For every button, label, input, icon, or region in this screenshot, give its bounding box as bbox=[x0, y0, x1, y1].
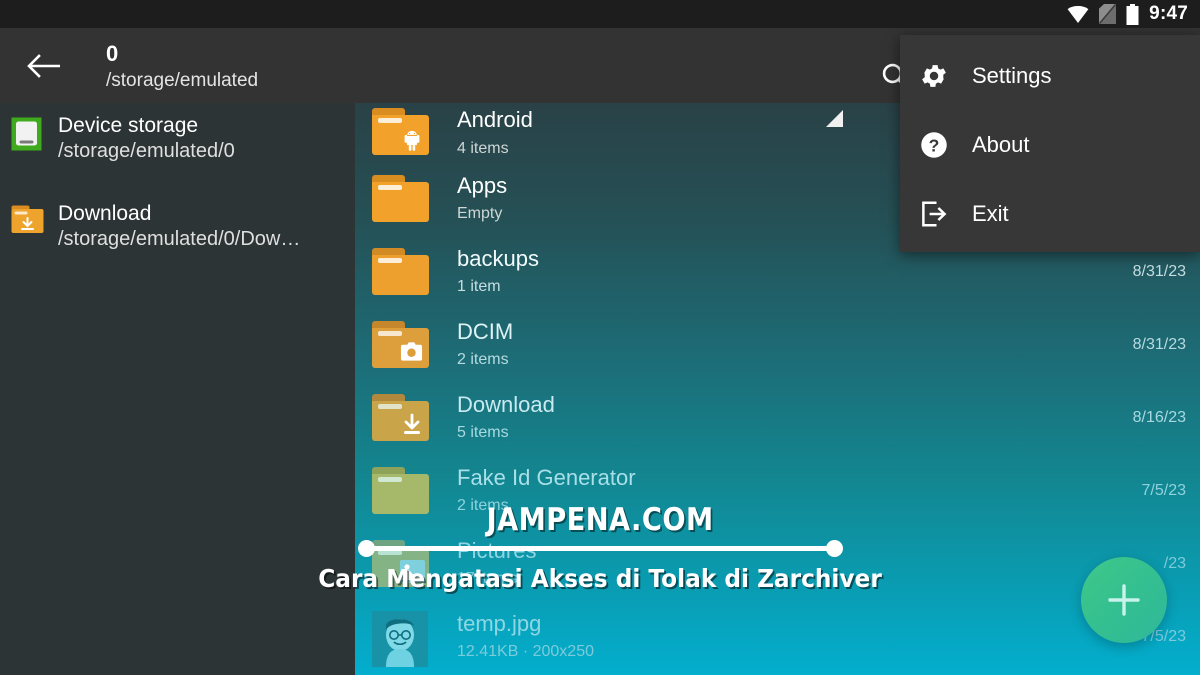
overflow-menu: Settings ? About Exit bbox=[900, 35, 1200, 252]
table-row[interactable]: Download 5 items 8/16/23 bbox=[355, 381, 1200, 454]
file-meta: 2 items bbox=[457, 351, 509, 369]
row-texts: Pictures 17 items bbox=[430, 539, 1154, 589]
file-meta: 12.41KB · 200x250 bbox=[457, 643, 594, 661]
row-texts: Download 5 items bbox=[430, 393, 1123, 443]
sidebar-item-title: Download bbox=[58, 202, 152, 225]
file-meta: 2 items bbox=[457, 497, 509, 515]
image-thumbnail bbox=[372, 610, 430, 667]
battery-icon bbox=[1126, 3, 1139, 25]
exit-icon bbox=[918, 199, 950, 229]
page-title: 0 bbox=[106, 41, 119, 66]
back-button[interactable] bbox=[22, 48, 64, 84]
table-row[interactable]: Fake Id Generator 2 items 7/5/23 bbox=[355, 454, 1200, 527]
device-storage-icon bbox=[11, 117, 45, 156]
row-texts: backups 1 item bbox=[430, 247, 1123, 297]
file-name: Pictures bbox=[457, 538, 537, 563]
menu-label: Settings bbox=[972, 62, 1052, 88]
path-title-block: 0 /storage/emulated bbox=[106, 41, 258, 92]
resize-handle-icon[interactable] bbox=[826, 110, 843, 127]
menu-item-about[interactable]: ? About bbox=[900, 110, 1200, 179]
download-folder-icon bbox=[11, 205, 45, 239]
status-bar: 9:47 bbox=[0, 0, 1200, 28]
gear-icon bbox=[918, 61, 950, 91]
table-row[interactable]: DCIM 2 items 8/31/23 bbox=[355, 308, 1200, 381]
camera-folder-icon bbox=[372, 319, 430, 371]
no-sim-icon bbox=[1099, 4, 1117, 24]
table-row[interactable]: Pictures 17 items /23 bbox=[355, 527, 1200, 600]
back-arrow-icon bbox=[27, 54, 60, 78]
android-folder-icon bbox=[372, 106, 430, 158]
menu-label: About bbox=[972, 131, 1030, 157]
file-name: Download bbox=[457, 392, 555, 417]
question-circle-icon: ? bbox=[918, 130, 950, 160]
file-meta: 1 item bbox=[457, 278, 501, 296]
folder-icon bbox=[372, 246, 430, 298]
file-meta: 17 items bbox=[457, 570, 518, 588]
sidebar-item-path: /storage/emulated/0/Dow… bbox=[58, 227, 301, 250]
file-date: 8/16/23 bbox=[1132, 408, 1186, 426]
pictures-folder-icon bbox=[372, 538, 430, 590]
menu-label: Exit bbox=[972, 200, 1009, 226]
sidebar-item-device-storage[interactable]: Device storage /storage/emulated/0 bbox=[0, 103, 355, 191]
status-time: 9:47 bbox=[1149, 3, 1188, 24]
file-name: Fake Id Generator bbox=[457, 465, 636, 490]
file-date: 8/31/23 bbox=[1132, 262, 1186, 280]
breadcrumb-path: /storage/emulated bbox=[106, 69, 259, 91]
row-texts: Fake Id Generator 2 items bbox=[430, 466, 1132, 516]
wifi-icon bbox=[1067, 5, 1089, 23]
download-folder-icon bbox=[372, 392, 430, 444]
folder-icon bbox=[372, 465, 430, 517]
zarchiver-app-screen: 9:47 0 /storage/emulated Settings ? Abou… bbox=[0, 0, 1200, 675]
sidebar-item-texts: Download /storage/emulated/0/Dow… bbox=[58, 201, 300, 252]
sidebar-item-title: Device storage bbox=[58, 114, 199, 137]
folder-icon bbox=[372, 173, 430, 225]
sidebar-item-texts: Device storage /storage/emulated/0 bbox=[58, 113, 235, 164]
file-date: 8/31/23 bbox=[1132, 335, 1186, 353]
places-sidebar: Device storage /storage/emulated/0 Downl… bbox=[0, 103, 355, 675]
row-texts: DCIM 2 items bbox=[430, 320, 1123, 370]
file-date: /23 bbox=[1163, 554, 1186, 572]
file-date: 7/5/23 bbox=[1141, 481, 1186, 499]
menu-item-exit[interactable]: Exit bbox=[900, 179, 1200, 248]
row-texts: temp.jpg 12.41KB · 200x250 bbox=[430, 612, 1132, 662]
add-button[interactable] bbox=[1081, 557, 1167, 643]
sidebar-item-path: /storage/emulated/0 bbox=[58, 139, 235, 162]
file-name: DCIM bbox=[457, 319, 514, 344]
file-name: temp.jpg bbox=[457, 611, 542, 636]
menu-item-settings[interactable]: Settings bbox=[900, 41, 1200, 110]
file-meta: 5 items bbox=[457, 424, 509, 442]
plus-icon bbox=[1108, 584, 1140, 616]
table-row[interactable]: temp.jpg 12.41KB · 200x250 7/5/23 bbox=[355, 600, 1200, 673]
sidebar-item-download[interactable]: Download /storage/emulated/0/Dow… bbox=[0, 191, 355, 279]
svg-text:?: ? bbox=[929, 135, 940, 155]
